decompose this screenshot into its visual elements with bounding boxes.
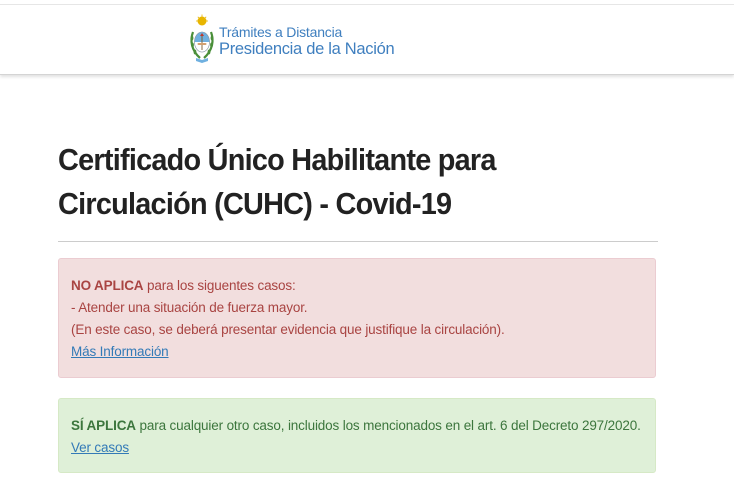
si-aplica-label: SÍ APLICA xyxy=(71,418,136,433)
no-aplica-intro-text: para los siguentes casos: xyxy=(143,278,296,293)
mas-informacion-link[interactable]: Más Información xyxy=(71,344,169,359)
argentina-coat-of-arms-icon xyxy=(190,14,214,63)
no-aplica-case: - Atender una situación de fuerza mayor. xyxy=(71,300,308,315)
brand-subtitle: Trámites a Distancia xyxy=(219,23,343,40)
header-top-border xyxy=(0,4,734,5)
brand-title: Presidencia de la Nación xyxy=(219,40,395,59)
no-aplica-note: (En este caso, se deberá presentar evide… xyxy=(71,322,505,337)
title-divider xyxy=(58,241,658,242)
si-aplica-text: para cualquier otro caso, incluidos los … xyxy=(135,418,641,433)
brand-logo-link[interactable]: Trámites a Distancia Presidencia de la N… xyxy=(189,14,395,64)
no-aplica-intro: NO APLICA para los siguentes casos: xyxy=(71,275,643,297)
page-content: Certificado Único Habilitante para Circu… xyxy=(58,138,658,226)
site-header: Trámites a Distancia Presidencia de la N… xyxy=(0,0,734,75)
no-aplica-alert: NO APLICA para los siguentes casos: - At… xyxy=(58,258,656,378)
si-aplica-intro: SÍ APLICA para cualquier otro caso, incl… xyxy=(71,415,643,437)
no-aplica-label: NO APLICA xyxy=(71,278,144,293)
page-title-line2: Circulación (CUHC) - Covid-19 xyxy=(58,186,452,221)
si-aplica-alert: SÍ APLICA para cualquier otro caso, incl… xyxy=(58,398,656,473)
ver-casos-link[interactable]: Ver casos xyxy=(71,440,129,455)
page-title-line1: Certificado Único Habilitante para xyxy=(58,142,496,177)
page-title: Certificado Único Habilitante para Circu… xyxy=(58,138,616,226)
